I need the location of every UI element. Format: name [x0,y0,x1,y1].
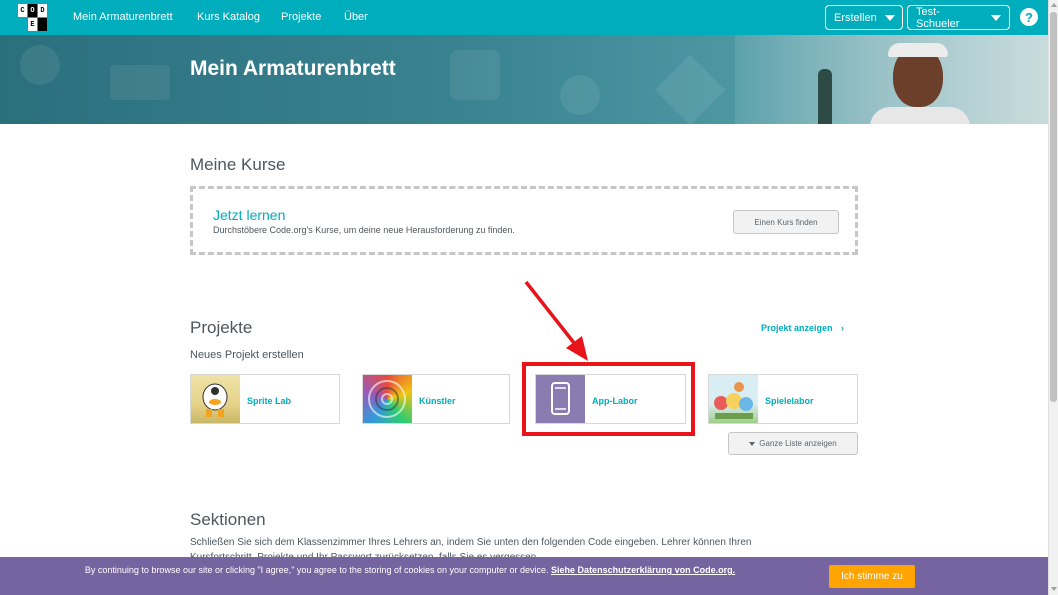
page-title: Mein Armaturenbrett [190,57,396,80]
chevron-down-icon [884,14,895,21]
agree-button[interactable]: Ich stimme zu [829,565,915,588]
project-card-label: Künstler [419,396,456,406]
chevron-down-icon [991,14,1001,21]
nav-link-dashboard[interactable]: Mein Armaturenbrett [73,11,173,23]
show-projects-label: Projekt anzeigen [761,323,833,333]
sprite-lab-icon [191,375,240,423]
banner-photo-headband [888,43,948,57]
banner-photo-shirt [870,107,970,124]
show-full-list-label: Ganze Liste anzeigen [759,439,837,448]
banner-decor-circle-icon [560,75,600,115]
code-org-logo[interactable]: C O D D E [18,4,47,32]
caret-down-icon [749,441,756,446]
show-projects-link[interactable]: Projekt anzeigen › [761,323,844,333]
show-full-list-button[interactable]: Ganze Liste anzeigen [728,432,858,455]
courses-heading: Meine Kurse [190,155,286,174]
scroll-down-icon[interactable] [1051,587,1057,591]
nav-link-about[interactable]: Über [344,11,368,23]
artist-icon [363,375,412,423]
new-project-label: Neues Projekt erstellen [190,349,304,361]
cookie-banner: By continuing to browse our site or clic… [0,557,1048,595]
logo-letter-e: E [28,18,37,31]
nav-link-course-catalog[interactable]: Kurs Katalog [197,11,260,23]
chevron-right-icon: › [841,323,845,333]
banner-decor-gear-icon [20,45,60,85]
project-card-sprite-lab[interactable]: Sprite Lab [190,374,340,424]
projects-heading: Projekte [190,318,253,337]
logo-letter-o: O [28,4,37,17]
banner-decor-laptop-icon [110,65,170,100]
help-icon[interactable]: ? [1020,8,1038,26]
highlight-box [522,362,695,436]
game-lab-icon [709,375,758,423]
cookie-text: By continuing to browse our site or clic… [84,565,549,575]
nav-link-projects[interactable]: Projekte [281,11,321,23]
learn-description: Durchstöbere Code.org's Kurse, um deine … [213,225,515,235]
create-dropdown-button[interactable]: Erstellen [825,5,903,30]
logo-letter-d: D [38,4,47,17]
create-dropdown-label: Erstellen [834,11,877,24]
scrollbar-thumb[interactable] [1050,12,1057,402]
sections-heading: Sektionen [190,510,266,529]
vertical-scrollbar[interactable] [1048,0,1058,595]
banner-decor-tile-icon [450,50,500,100]
dashboard-banner: Mein Armaturenbrett [0,35,1048,124]
top-navigation: C O D D E Mein Armaturenbrett Kurs Katal… [0,0,1048,35]
logo-block [38,18,47,31]
learn-title: Jetzt lernen [213,207,286,223]
user-menu-button[interactable]: Test-Schueler [907,5,1010,30]
find-course-button[interactable]: Einen Kurs finden [733,210,839,234]
user-menu-label: Test-Schueler [916,5,960,30]
privacy-policy-link[interactable]: Siehe Datenschutzerklärung von Code.org. [551,565,735,575]
banner-photo-person [818,69,832,124]
cookie-text-block: By continuing to browse our site or clic… [20,565,800,576]
project-card-label: Spielelabor [765,396,814,406]
courses-empty-box: Jetzt lernen Durchstöbere Code.org's Kur… [190,186,858,255]
project-card-artist[interactable]: Künstler [362,374,510,424]
scroll-up-icon[interactable] [1051,3,1057,7]
logo-letter-c: C [18,4,27,17]
project-card-label: Sprite Lab [247,396,292,406]
banner-decor-terminal-icon [654,54,726,124]
project-card-game-lab[interactable]: Spielelabor [708,374,858,424]
